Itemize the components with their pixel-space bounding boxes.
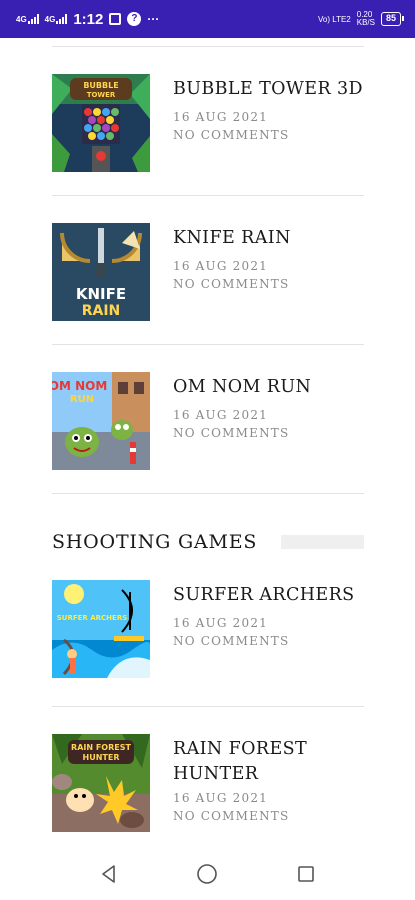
notification-icon — [109, 13, 122, 25]
post-date: 16 AUG 2021 — [173, 791, 269, 805]
post-title[interactable]: RAIN FOREST HUNTER — [173, 737, 313, 787]
home-button[interactable] — [192, 859, 222, 889]
status-bar: 4G 4G 1:12 ? ··· Vo) LTE2 0.20 KB/S 85 — [0, 0, 415, 38]
post-meta: RAIN FOREST HUNTER 16 AUG 2021 NO COMMEN… — [173, 734, 313, 855]
system-nav-bar — [0, 848, 415, 900]
svg-text:RAIN: RAIN — [82, 303, 121, 319]
svg-text:OM NOM: OM NOM — [52, 379, 107, 393]
post-comments[interactable]: NO COMMENTS — [173, 424, 311, 442]
post-comments[interactable]: NO COMMENTS — [173, 126, 363, 144]
post-date: 16 AUG 2021 — [173, 616, 269, 630]
network-label: 4G — [44, 15, 56, 24]
post-comments[interactable]: NO COMMENTS — [173, 807, 313, 825]
post-thumbnail-bubble-tower-3d[interactable]: BUBBLE TOWER — [52, 74, 150, 172]
post-title[interactable]: BUBBLE TOWER 3D — [173, 77, 363, 102]
clock: 1:12 — [73, 10, 104, 28]
post-thumbnail-surfer-archers[interactable]: SURFER ARCHERS — [52, 580, 150, 678]
section-header: SHOOTING GAMES — [52, 494, 364, 558]
svg-text:RUN: RUN — [70, 394, 94, 405]
section-title[interactable]: SHOOTING GAMES — [52, 531, 257, 553]
post-date: 16 AUG 2021 — [173, 110, 269, 124]
svg-text:RAIN FOREST: RAIN FOREST — [71, 743, 131, 752]
post-item[interactable]: KNIFE RAIN KNIFE RAIN 16 AUG 2021 NO COM… — [52, 196, 364, 344]
post-item[interactable]: SURFER ARCHERS SURFER ARCHERS 16 AUG 202… — [52, 558, 364, 706]
post-meta: KNIFE RAIN 16 AUG 2021 NO COMMENTS — [173, 223, 291, 344]
post-meta: SURFER ARCHERS 16 AUG 2021 NO COMMENTS — [173, 580, 355, 706]
post-title[interactable]: OM NOM RUN — [173, 375, 311, 400]
post-date: 16 AUG 2021 — [173, 408, 269, 422]
post-thumbnail-knife-rain[interactable]: KNIFE RAIN — [52, 223, 150, 321]
post-title[interactable]: SURFER ARCHERS — [173, 583, 355, 608]
net-speed: 0.20 KB/S — [357, 11, 375, 27]
post-list: BUBBLE TOWER BUBBLE TOWER 3D 16 AUG 2021… — [52, 38, 364, 855]
post-item[interactable]: OM NOM RUN OM NOM RUN 16 AUG 2021 NO COM… — [52, 345, 364, 493]
recents-icon — [298, 866, 314, 882]
battery-icon: 85 — [380, 12, 405, 26]
post-thumbnail-rain-forest-hunter[interactable]: RAIN FOREST HUNTER — [52, 734, 150, 832]
post-meta: BUBBLE TOWER 3D 16 AUG 2021 NO COMMENTS — [173, 74, 363, 195]
svg-text:KNIFE: KNIFE — [76, 285, 126, 303]
post-comments[interactable]: NO COMMENTS — [173, 632, 355, 650]
post-thumbnail-om-nom-run[interactable]: OM NOM RUN — [52, 372, 150, 470]
network-4g-icon-1: 4G — [16, 14, 39, 24]
back-icon — [102, 865, 115, 883]
network-4g-icon-2: 4G — [45, 14, 68, 24]
status-left: 4G 4G 1:12 ? ··· — [16, 11, 159, 28]
back-button[interactable] — [94, 859, 124, 889]
post-comments[interactable]: NO COMMENTS — [173, 275, 291, 293]
post-meta: OM NOM RUN 16 AUG 2021 NO COMMENTS — [173, 372, 311, 493]
post-item[interactable]: RAIN FOREST HUNTER RAIN FOREST HUNTER 16… — [52, 707, 364, 855]
status-right: Vo) LTE2 0.20 KB/S 85 — [317, 11, 405, 27]
svg-text:SURFER ARCHERS: SURFER ARCHERS — [57, 614, 128, 622]
svg-text:HUNTER: HUNTER — [83, 753, 120, 762]
network-label: 4G — [16, 15, 27, 24]
home-icon — [197, 864, 218, 884]
help-icon: ? — [127, 12, 142, 26]
recents-button[interactable] — [291, 859, 321, 889]
post-item[interactable]: BUBBLE TOWER BUBBLE TOWER 3D 16 AUG 2021… — [52, 47, 364, 195]
svg-text:TOWER: TOWER — [87, 91, 116, 99]
post-title[interactable]: KNIFE RAIN — [173, 226, 291, 251]
post-date: 16 AUG 2021 — [173, 259, 269, 273]
more-notifications-icon: ··· — [147, 12, 160, 26]
section-rule — [281, 535, 364, 549]
net-speed-unit: KB/S — [356, 18, 375, 27]
volte-indicator: Vo) LTE2 — [317, 14, 351, 24]
svg-text:BUBBLE: BUBBLE — [83, 81, 118, 90]
